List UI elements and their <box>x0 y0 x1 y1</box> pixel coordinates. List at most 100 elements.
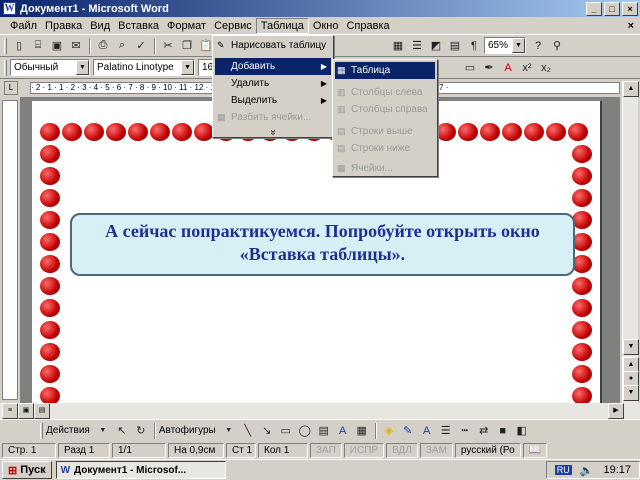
help-icon[interactable]: ? <box>529 37 547 55</box>
scroll-right-icon[interactable]: ▶ <box>608 403 624 419</box>
horizontal-scrollbar[interactable]: ≡ ▣ ▤ ▶ <box>0 403 640 419</box>
chevron-down-icon[interactable]: ▼ <box>512 38 525 53</box>
apple-border-icon <box>572 211 592 229</box>
superscript-icon[interactable]: x² <box>518 59 536 77</box>
status-track-changes[interactable]: ИСПР <box>343 442 385 458</box>
autoshapes-menu[interactable]: Автофигуры <box>159 425 216 436</box>
chevron-down-icon[interactable]: ▼ <box>220 422 238 440</box>
submenu-item-rows-above[interactable]: ▤ Строки выше <box>335 123 435 140</box>
submenu-item-columns-right[interactable]: ▥ Столбцы справа <box>335 101 435 118</box>
minimize-button[interactable]: _ <box>586 1 602 16</box>
submenu-item-table[interactable]: ▦ Таблица <box>335 62 435 79</box>
zoom-combo[interactable]: 65% ▼ <box>484 37 526 54</box>
actions-menu[interactable]: Действия <box>46 425 90 436</box>
submenu-item-rows-below[interactable]: ▤ Строки ниже <box>335 140 435 157</box>
table-icon[interactable]: ▦ <box>389 37 407 55</box>
menu-view[interactable]: Вид <box>86 19 114 33</box>
language-indicator[interactable]: RU <box>554 465 572 475</box>
cut-icon[interactable]: ✂ <box>159 37 177 55</box>
select-objects-icon[interactable]: ↖ <box>113 422 131 440</box>
close-document-icon[interactable]: × <box>628 20 634 32</box>
web-view-icon[interactable]: ▣ <box>18 403 34 419</box>
print-layout-icon[interactable]: ▤ <box>34 403 50 419</box>
shadow-icon[interactable]: ■ <box>494 422 512 440</box>
borders-icon[interactable]: ▭ <box>461 59 479 77</box>
chevron-down-icon[interactable]: ▼ <box>94 422 112 440</box>
rectangle-icon[interactable]: ▭ <box>277 422 295 440</box>
line-color-icon[interactable]: ✎ <box>399 422 417 440</box>
line-icon[interactable]: ╲ <box>239 422 257 440</box>
menu-help[interactable]: Справка <box>342 19 393 33</box>
style-combo[interactable]: Обычный ▼ <box>10 59 90 76</box>
oval-icon[interactable]: ◯ <box>296 422 314 440</box>
font-combo[interactable]: Palatino Linotype ▼ <box>93 59 195 76</box>
menu-expand-button[interactable]: » <box>215 124 331 141</box>
menu-edit[interactable]: Правка <box>41 19 86 33</box>
menu-table[interactable]: Таблица <box>255 17 309 34</box>
font-color-icon[interactable]: A <box>418 422 436 440</box>
spelling-status-icon[interactable]: 📖 <box>522 442 548 458</box>
toolbar-grip[interactable] <box>40 422 43 439</box>
menu-insert[interactable]: Вставка <box>114 19 163 33</box>
show-hide-icon[interactable]: ¶ <box>465 37 483 55</box>
open-folder-icon[interactable]: ⌸ <box>29 37 47 55</box>
maximize-button[interactable]: □ <box>604 1 620 16</box>
find-icon[interactable]: ⚲ <box>548 37 566 55</box>
arrow-style-icon[interactable]: ⇄ <box>475 422 493 440</box>
next-page-icon[interactable]: ▼ <box>623 385 639 401</box>
print-icon[interactable]: ⎙ <box>94 37 112 55</box>
menu-format[interactable]: Формат <box>163 19 210 33</box>
scroll-down-icon[interactable]: ▼ <box>623 339 639 355</box>
scroll-up-icon[interactable]: ▲ <box>623 81 639 97</box>
rotate-icon[interactable]: ↻ <box>132 422 150 440</box>
menu-item-add[interactable]: Добавить ▶ <box>215 58 331 75</box>
save-icon[interactable]: ▣ <box>48 37 66 55</box>
toolbar-grip[interactable] <box>4 59 7 76</box>
vertical-scrollbar[interactable]: ▲ ▼ ▲ ● ▼ <box>622 81 639 403</box>
textbox-icon[interactable]: ▤ <box>315 422 333 440</box>
word-icon[interactable]: W <box>3 2 16 15</box>
chevron-down-icon[interactable]: ▼ <box>181 60 194 75</box>
submenu-item-cells[interactable]: ▦ Ячейки... <box>335 160 435 177</box>
tab-selector[interactable]: L <box>4 81 18 95</box>
3d-icon[interactable]: ◧ <box>513 422 531 440</box>
menu-item-draw-table[interactable]: ✎ Нарисовать таблицу <box>215 37 331 54</box>
columns-icon[interactable]: ☰ <box>408 37 426 55</box>
drawing-icon[interactable]: ◩ <box>427 37 445 55</box>
subscript-icon[interactable]: x₂ <box>537 59 555 77</box>
menu-item-select[interactable]: Выделить ▶ <box>215 92 331 109</box>
document-map-icon[interactable]: ▤ <box>446 37 464 55</box>
font-color-icon[interactable]: A <box>499 59 517 77</box>
copy-icon[interactable]: ❐ <box>178 37 196 55</box>
new-document-icon[interactable]: ▯ <box>10 37 28 55</box>
status-record[interactable]: ЗАП <box>310 442 342 458</box>
normal-view-icon[interactable]: ≡ <box>2 403 18 419</box>
highlight-icon[interactable]: ✒ <box>480 59 498 77</box>
menu-window[interactable]: Окно <box>309 19 343 33</box>
toolbar-separator <box>154 37 156 54</box>
status-overtype[interactable]: ЗАМ <box>419 442 453 458</box>
clock[interactable]: 19:17 <box>603 464 631 476</box>
clipart-icon[interactable]: ▦ <box>353 422 371 440</box>
fill-color-icon[interactable]: ◈ <box>380 422 398 440</box>
dash-style-icon[interactable]: ┅ <box>456 422 474 440</box>
menu-item-delete[interactable]: Удалить ▶ <box>215 75 331 92</box>
start-button[interactable]: ⊞ Пуск <box>2 461 52 479</box>
menu-file[interactable]: Файл <box>6 19 41 33</box>
chevron-down-icon[interactable]: ▼ <box>76 60 89 75</box>
close-button[interactable]: × <box>622 1 638 16</box>
line-style-icon[interactable]: ☰ <box>437 422 455 440</box>
taskbar-word-button[interactable]: W Документ1 - Microsof... <box>55 461 226 479</box>
spelling-icon[interactable]: ✓ <box>132 37 150 55</box>
wordart-icon[interactable]: A <box>334 422 352 440</box>
print-preview-icon[interactable]: ⌕ <box>113 37 131 55</box>
arrow-icon[interactable]: ↘ <box>258 422 276 440</box>
email-icon[interactable]: ✉ <box>67 37 85 55</box>
menu-tools[interactable]: Сервис <box>210 19 256 33</box>
submenu-item-columns-left[interactable]: ▥ Столбцы слева <box>335 84 435 101</box>
toolbar-separator <box>374 422 377 439</box>
toolbar-grip[interactable] <box>4 37 7 54</box>
vertical-ruler[interactable] <box>2 100 18 400</box>
volume-icon[interactable]: 🔈 <box>580 464 594 477</box>
status-extend[interactable]: ВДЛ <box>386 442 418 458</box>
